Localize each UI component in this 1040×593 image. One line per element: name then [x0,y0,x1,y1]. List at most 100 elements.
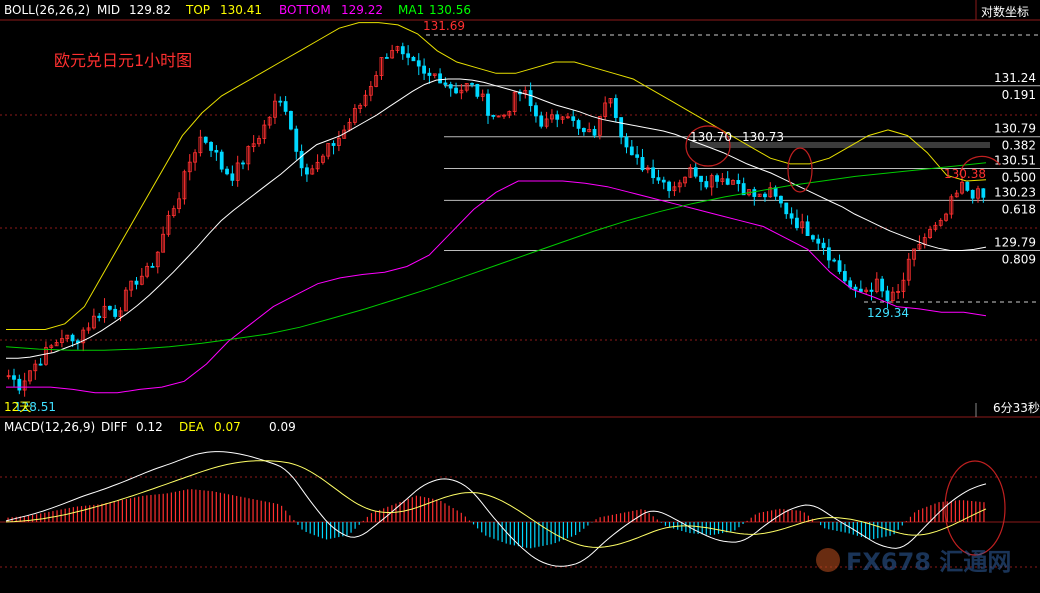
candle-body [965,181,970,191]
candle-body [134,280,139,285]
chart-canvas[interactable]: 131.24 0.191 130.79 0.382130.51 0.500130.23 0… [0,0,1040,593]
candle-body [619,117,624,138]
candle-body [278,100,283,103]
candle-body [736,180,741,184]
mid-value: 129.82 [129,3,171,17]
candle-body [534,105,538,117]
axis-mode-button[interactable]: 对数坐标 [981,3,1029,20]
candle-body [581,127,586,133]
macd-diff-label: DIFF [101,420,128,434]
watermark-text: FX678 汇通网 [846,548,1011,576]
candle-body [858,288,863,292]
candle-body [613,98,618,118]
candle-body [629,146,634,156]
peak-label-1: 130.70 [690,130,732,144]
candle-body [486,93,490,116]
background [0,0,1040,593]
candle-body [427,72,432,76]
candle-body [592,128,597,136]
fib-price-2: 130.51 [994,153,1036,167]
watermark: FX678 汇通网 [816,548,1011,576]
candle-body [837,260,842,272]
bottom-value: 129.22 [341,3,383,17]
candle-body [448,84,453,89]
candle-body [17,378,22,391]
candle-body [113,308,118,317]
candle-body [880,278,885,292]
fib-price-0: 131.24 [994,71,1036,85]
candle-body [667,181,671,192]
candle-body [411,56,416,62]
fib-ratio-0: 0.191 [1002,88,1036,102]
candle-body [640,157,645,171]
countdown-label: 6分33秒 [993,401,1040,415]
ma1-label: MA1 [398,3,425,17]
candle-body [805,221,810,237]
candle [965,181,970,192]
candle-body [283,101,288,112]
fib-ratio-4: 0.809 [1002,252,1036,266]
candle-body [203,136,208,143]
period-tag: 12天 [4,400,31,414]
candle-body [661,179,666,183]
candle-body [811,235,815,240]
macd-diff-value: 0.12 [136,420,163,434]
fib-ratio-2: 0.500 [1002,170,1036,184]
candle-body [70,334,75,342]
candle-body [416,60,421,67]
candle-body [981,188,986,198]
candle-body [869,289,874,292]
fib-price-3: 130.23 [994,185,1036,199]
candle-body [230,173,235,181]
candle-body [491,115,496,117]
bottom-label: BOTTOM [279,3,331,17]
candle-body [789,213,794,219]
candle-body [576,120,581,129]
candle-body [779,195,783,204]
candle-body [97,315,102,318]
candle-body [331,143,336,146]
candle-body [454,87,458,94]
candle-body [475,83,480,97]
candle-body [651,167,656,179]
candle-body [294,128,299,152]
candle-body [795,217,799,229]
candle-body [656,177,661,181]
candle-body [438,73,442,84]
watermark-logo-icon [816,548,840,572]
candle-body [816,238,821,244]
high-price-label: 131.69 [423,19,465,33]
candle-body [704,181,709,188]
top-label: TOP [186,3,211,17]
chart-title: 欧元兑日元1小时图 [54,51,192,70]
candle-body [470,83,474,85]
candle-body [635,154,640,158]
peak-label-2: 130.73 [742,130,784,144]
candle-body [528,90,533,107]
candle-body [299,150,304,169]
candle-body [784,202,789,215]
candle-body [699,175,703,182]
candle-body [289,110,293,130]
top-value: 130.41 [220,3,262,17]
macd-indicator-label: MACD(12,26,9) [4,420,96,434]
macd-dea-value: 0.07 [214,420,241,434]
candle-body [773,187,778,197]
fib-ratio-1: 0.382 [1002,139,1036,153]
candle-body [225,168,229,175]
candle-body [241,162,245,165]
candle-body [842,271,847,282]
candle-body [539,115,544,127]
candle-body [400,46,405,55]
candle-body [214,150,219,153]
macd-value: 0.09 [269,420,296,434]
candle-body [150,265,155,268]
candle [289,110,293,131]
candle-body [555,114,560,120]
candle-body [209,141,213,151]
candle-body [624,136,629,148]
fib-price-4: 129.79 [994,235,1036,249]
candle-body [38,363,43,366]
recent-price-label: 130.38 [944,167,986,181]
candle-body [422,65,426,74]
